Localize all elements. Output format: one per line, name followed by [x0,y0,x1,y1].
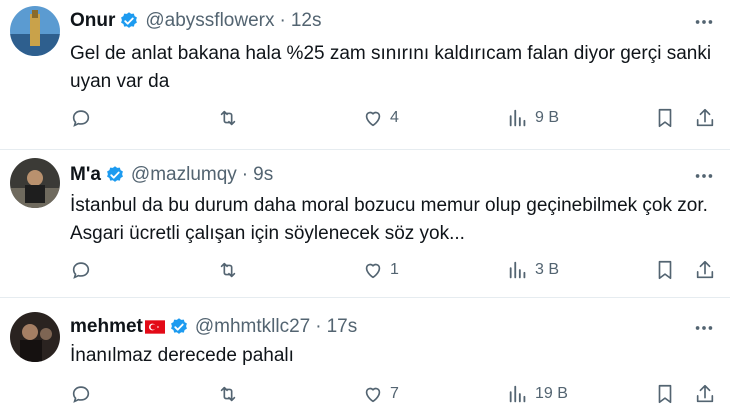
retweet-button[interactable] [217,256,245,284]
display-name[interactable]: M'a [70,164,101,186]
like-button[interactable]: 7 [362,380,399,408]
views-icon [509,109,526,127]
tweet-text: Gel de anlat bakana hala %25 zam sınırın… [70,43,712,92]
view-count: 19 B [535,385,568,402]
retweet-icon [220,262,236,278]
verified-badge-icon [105,165,125,185]
separator-dot: · [315,316,322,337]
timestamp[interactable]: 17s [327,316,358,338]
bookmark-button[interactable] [654,380,676,408]
like-icon [365,263,381,279]
like-icon [365,387,381,403]
share-icon [696,260,714,279]
tweet[interactable]: M'a @mazlumqy · 9s İstanbul da bu durum … [0,150,730,298]
tweet[interactable]: mehmet @mhmtkllc27 · 17s İnanılmaz derec… [0,298,730,420]
views-button[interactable]: 9 B [507,104,559,132]
avatar[interactable] [10,158,60,208]
bookmark-icon [658,384,672,404]
timestamp[interactable]: 12s [291,10,322,32]
reply-icon [72,262,90,279]
action-bar: 1 3 B [70,256,720,284]
views-button[interactable]: 19 B [507,380,568,408]
bookmark-icon [658,108,672,128]
like-icon [365,111,381,127]
display-name[interactable]: Onur [70,10,115,32]
view-count: 3 B [535,261,560,278]
reply-button[interactable] [70,104,98,132]
like-count: 1 [390,261,399,278]
retweet-button[interactable] [217,104,245,132]
reply-button[interactable] [70,256,98,284]
views-icon [509,385,526,403]
like-button[interactable]: 4 [362,104,399,132]
tweet[interactable]: Onur @abyssflowerx · 12s Gel de anlat ba… [0,0,730,150]
retweet-icon [220,386,236,402]
separator-dot: · [241,164,249,185]
more-icon[interactable] [692,164,716,188]
tweet-header: Onur @abyssflowerx · 12s [70,8,321,34]
tweet-header: M'a @mazlumqy · 9s [70,162,273,188]
share-icon [696,384,714,403]
share-button[interactable] [694,380,716,408]
bookmark-icon [658,260,672,280]
action-bar: 4 9 B [70,104,720,132]
turkey-flag-icon [144,320,165,334]
like-count: 4 [390,109,399,126]
avatar[interactable] [10,6,60,56]
handle[interactable]: @mazlumqy [131,164,237,186]
like-button[interactable]: 1 [362,256,399,284]
retweet-button[interactable] [217,380,245,408]
action-bar: 7 19 B [70,380,720,408]
display-name[interactable]: mehmet [70,316,143,338]
separator-dot: · [279,10,286,31]
timestamp[interactable]: 9s [253,164,273,186]
handle[interactable]: @mhmtkllc27 [195,316,310,338]
bookmark-button[interactable] [654,256,676,284]
verified-badge-icon [119,11,139,31]
verified-badge-icon [169,317,189,337]
handle[interactable]: @abyssflowerx [145,10,274,32]
tweet-text: İnanılmaz derecede pahalı [70,345,294,366]
more-icon[interactable] [692,10,716,34]
views-button[interactable]: 3 B [507,256,559,284]
share-icon [696,108,714,127]
like-count: 7 [390,385,399,402]
tweet-feed: Onur @abyssflowerx · 12s Gel de anlat ba… [0,0,730,420]
tweet-header: mehmet @mhmtkllc27 · 17s [70,314,357,340]
bookmark-button[interactable] [654,104,676,132]
share-button[interactable] [694,256,716,284]
views-icon [509,261,526,279]
avatar[interactable] [10,312,60,362]
view-count: 9 B [535,109,560,126]
retweet-icon [220,110,236,126]
reply-icon [72,386,90,403]
tweet-text: İstanbul da bu durum daha moral bozucu m… [70,195,708,244]
reply-button[interactable] [70,380,98,408]
more-icon[interactable] [692,316,716,340]
reply-icon [72,110,90,127]
share-button[interactable] [694,104,716,132]
